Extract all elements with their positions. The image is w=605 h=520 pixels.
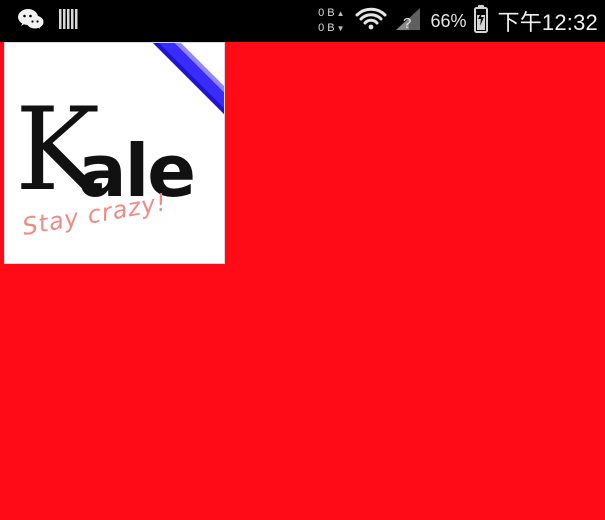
wifi-icon xyxy=(355,7,387,35)
kale-logo-card: K ale Stay crazy! xyxy=(4,42,225,264)
logo-wordmark: K ale xyxy=(15,93,219,208)
status-left xyxy=(16,7,80,35)
svg-text:?: ? xyxy=(403,15,411,32)
app-content: K ale Stay crazy! xyxy=(0,42,605,520)
upload-speed: 0 B xyxy=(318,7,335,19)
upload-speed-row: 0 B ▲ xyxy=(318,8,344,19)
status-bar: 0 B ▲ 0 B ▼ ? 66% 下午12:32 xyxy=(0,0,605,42)
network-speed: 0 B ▲ 0 B ▼ xyxy=(318,8,344,34)
clock: 下午12:32 xyxy=(497,10,598,35)
battery-charging-icon xyxy=(473,4,489,38)
download-speed-row: 0 B ▼ xyxy=(318,23,344,34)
wechat-icon xyxy=(16,7,46,35)
barcode-icon xyxy=(58,7,80,35)
phone-screen: 0 B ▲ 0 B ▼ ? 66% 下午12:32 K ale Stay cra… xyxy=(0,0,605,520)
battery-percentage: 66% xyxy=(430,10,467,31)
signal-icon: ? xyxy=(393,5,423,37)
status-right: 0 B ▲ 0 B ▼ ? 66% 下午12:32 xyxy=(318,0,598,42)
download-arrow-icon: ▼ xyxy=(336,23,345,33)
upload-arrow-icon: ▲ xyxy=(336,8,345,18)
download-speed: 0 B xyxy=(318,22,335,34)
